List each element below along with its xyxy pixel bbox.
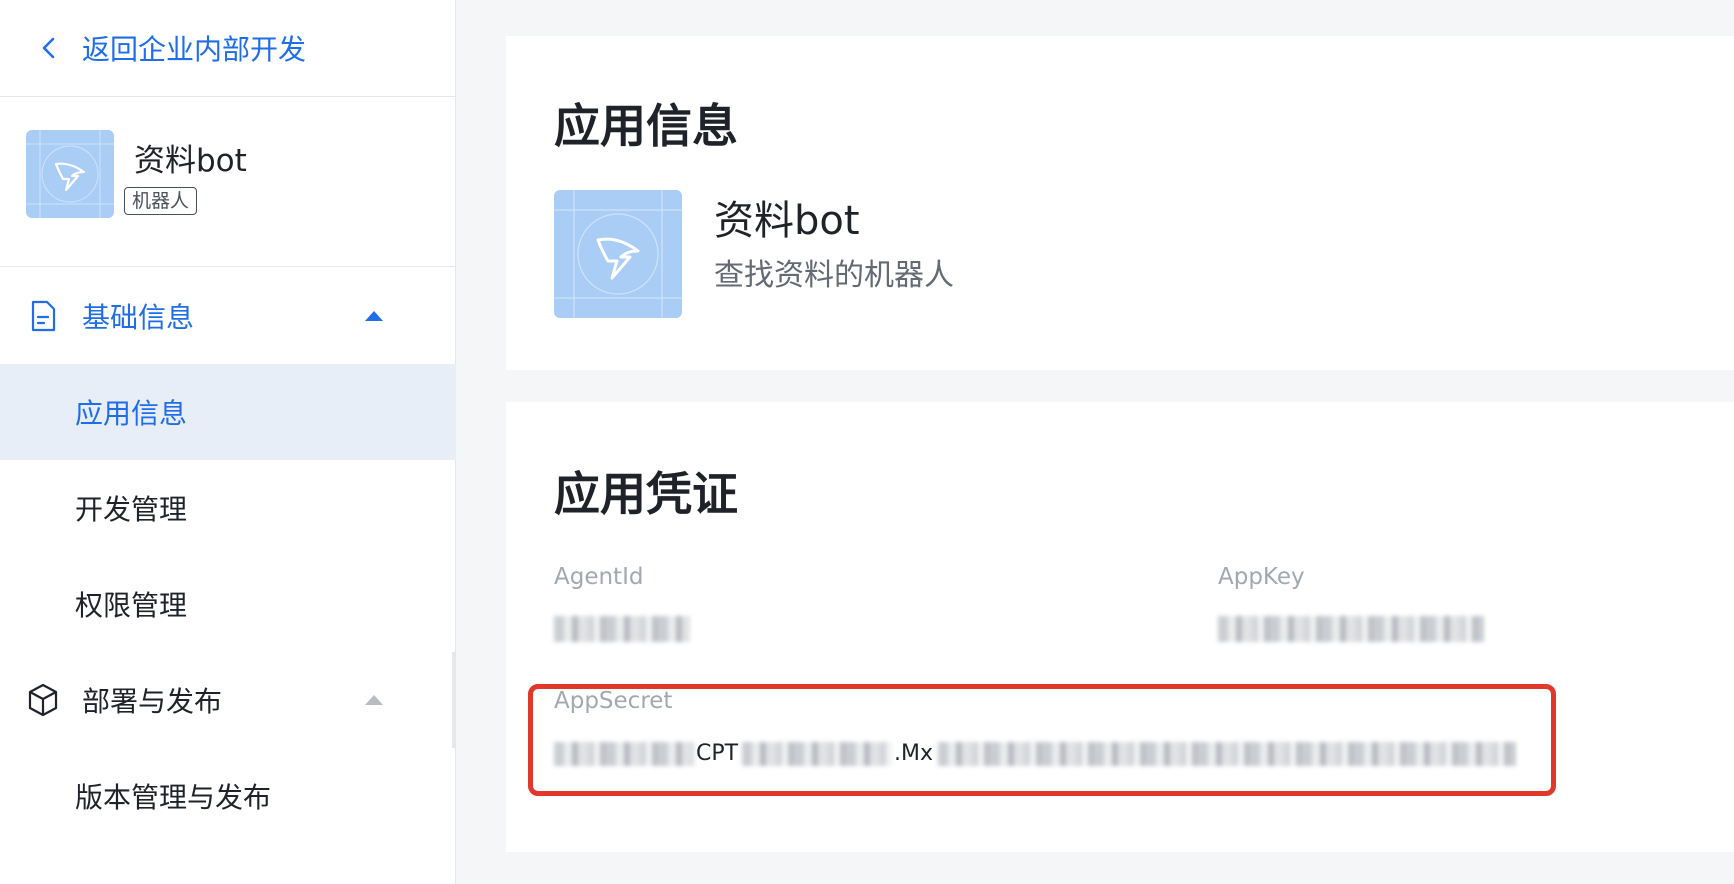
app-key-label: AppKey: [1218, 564, 1305, 590]
caret-up-icon: [365, 311, 383, 321]
cube-icon: [28, 683, 58, 717]
back-link-label: 返回企业内部开发: [82, 33, 307, 66]
chevron-left-icon: [42, 37, 55, 59]
nav-group-deploy[interactable]: 部署与发布: [0, 652, 456, 748]
sidebar-item-permission-management[interactable]: 权限管理: [0, 556, 456, 652]
document-icon: [31, 300, 56, 332]
app-type-badge: 机器人: [124, 187, 198, 215]
sidebar-item-dev-management[interactable]: 开发管理: [0, 460, 456, 556]
app-name: 资料bot: [134, 143, 247, 179]
redacted-value: [554, 616, 690, 642]
sidebar: 返回企业内部开发 资料bot 机器人 基础信息 应用信息 开发管理 权限管理 部…: [0, 0, 456, 884]
app-logo: [26, 130, 114, 218]
back-link[interactable]: 返回企业内部开发: [0, 0, 456, 97]
sidebar-item-version-release[interactable]: 版本管理与发布: [0, 748, 456, 844]
nav-group-label: 部署与发布: [82, 685, 223, 718]
app-key-value: [1218, 616, 1484, 644]
redacted-value: [1218, 616, 1484, 642]
agent-id-value: [554, 616, 690, 644]
highlight-annotation: [528, 684, 1556, 796]
app-logo: [554, 190, 682, 318]
app-info-card: 应用信息 资料bot 查找资料的机器人: [506, 36, 1734, 370]
nav-group-label: 基础信息: [82, 301, 195, 334]
agent-id-label: AgentId: [554, 564, 644, 590]
app-summary: 资料bot 机器人: [0, 97, 456, 267]
sidebar-scrollbar[interactable]: [452, 652, 455, 748]
app-description: 查找资料的机器人: [714, 258, 954, 293]
credentials-title: 应用凭证: [554, 467, 738, 521]
sidebar-item-app-info[interactable]: 应用信息: [0, 364, 456, 460]
app-info-title: 应用信息: [554, 99, 738, 153]
caret-up-icon: [365, 695, 383, 705]
nav-group-basic-info[interactable]: 基础信息: [0, 268, 456, 364]
app-name: 资料bot: [714, 198, 860, 244]
